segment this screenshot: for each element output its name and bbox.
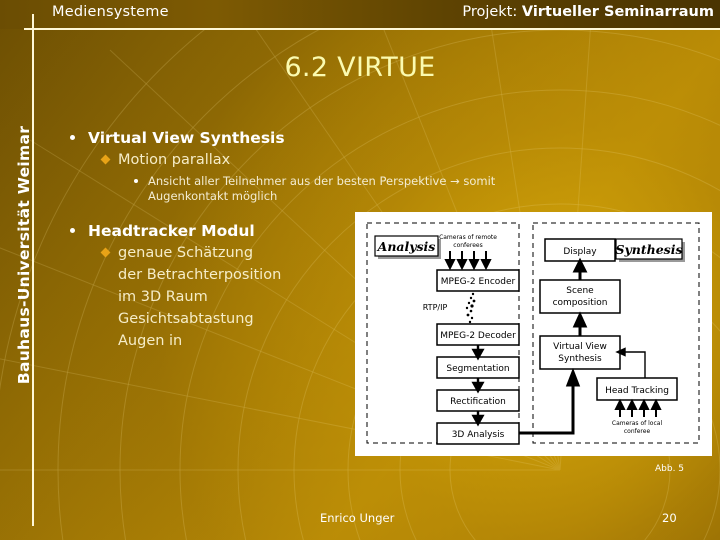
- cameras-local-note-line2: conferee: [624, 428, 651, 435]
- bullet-label: Gesichtsabtastung: [118, 311, 254, 327]
- figure-caption: Abb. 5: [655, 464, 685, 474]
- diamond-bullet-icon: [100, 154, 111, 165]
- page-title: 6.2 VIRTUE: [284, 52, 436, 83]
- box-3d-analysis: 3D Analysis: [452, 430, 505, 440]
- bullet-label: im 3D Raum: [118, 289, 208, 305]
- box-rectification: Rectification: [450, 397, 506, 407]
- box-scene: Scene: [566, 286, 594, 296]
- bullet-label: Virtual View Synthesis: [88, 129, 285, 147]
- header-rule: [24, 28, 720, 30]
- box-display: Display: [563, 247, 597, 257]
- box-head-tracking: Head Tracking: [605, 386, 669, 396]
- bullet-dot-icon: [70, 228, 75, 233]
- footer-page-number: 20: [662, 511, 677, 525]
- bullet-virtual-view-synthesis: Virtual View Synthesis: [62, 128, 662, 148]
- slide: Mediensysteme Projekt: Virtueller Semina…: [0, 0, 720, 540]
- detail-perspective-line1: Ansicht aller Teilnehmer aus der besten …: [62, 174, 662, 188]
- diagram-svg: Analysis Synthesis Cameras of remote con…: [355, 212, 712, 456]
- header-project-title: Projekt: Virtueller Seminarraum: [462, 4, 714, 20]
- analysis-label: Analysis: [377, 239, 436, 254]
- footer-author: Enrico Unger: [320, 511, 395, 525]
- diamond-bullet-icon: [100, 247, 111, 258]
- box-mpeg2-encoder: MPEG-2 Encoder: [441, 277, 516, 287]
- header-project-prefix: Projekt:: [462, 4, 518, 20]
- bullet-dot-icon: [134, 179, 138, 183]
- synthesis-label: Synthesis: [615, 242, 682, 257]
- detail-perspective-line2: Augenkontakt möglich: [62, 189, 662, 203]
- header-course-title: Mediensysteme: [52, 4, 169, 20]
- cameras-remote-note-line2: conferees: [453, 242, 482, 249]
- box-segmentation: Segmentation: [446, 364, 509, 374]
- figure-analysis-synthesis-diagram: Analysis Synthesis Cameras of remote con…: [355, 212, 712, 456]
- box-synthesis: Synthesis: [558, 354, 602, 364]
- bullet-label: Headtracker Modul: [88, 222, 255, 240]
- cameras-local-note-line1: Cameras of local: [612, 420, 663, 427]
- header-project-name: Virtueller Seminarraum: [521, 4, 714, 20]
- box-virtual-view: Virtual View: [553, 342, 607, 352]
- box-composition: composition: [553, 298, 608, 308]
- cameras-remote-note-line1: Cameras of remote: [439, 234, 497, 241]
- bullet-motion-parallax: Motion parallax: [62, 151, 662, 170]
- box-mpeg2-decoder: MPEG-2 Decoder: [440, 331, 516, 341]
- rtp-ip-label: RTP/IP: [423, 303, 448, 312]
- detail-text: Augenkontakt möglich: [148, 189, 278, 203]
- detail-text: Ansicht aller Teilnehmer aus der besten …: [148, 174, 496, 188]
- bullet-label: genaue Schätzung: [118, 245, 254, 261]
- bullet-label: Motion parallax: [118, 152, 231, 168]
- bullet-label: der Betrachterposition: [118, 267, 282, 283]
- university-caption: Bauhaus-Universität Weimar: [15, 125, 33, 385]
- bullet-dot-icon: [70, 135, 75, 140]
- bullet-label: Augen in: [118, 333, 183, 349]
